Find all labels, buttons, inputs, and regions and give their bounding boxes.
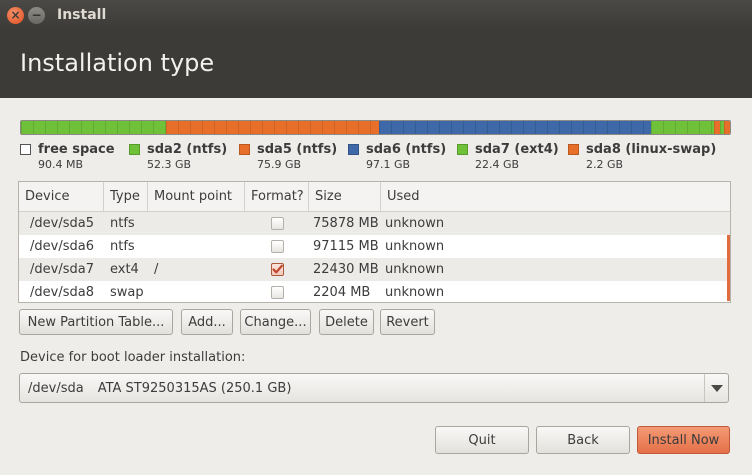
legend-item: sda5 (ntfs) 75.9 GB (239, 141, 348, 172)
column-header-format[interactable]: Format? (245, 182, 309, 211)
legend-item: sda6 (ntfs) 97.1 GB (348, 141, 457, 172)
legend-name: sda6 (ntfs) (366, 142, 447, 157)
table-header: Device Type Mount point Format? Size Use… (19, 182, 730, 212)
legend-text: sda5 (ntfs) 75.9 GB (257, 141, 337, 172)
table-row[interactable]: /dev/sda6 ntfs 97115 MB unknown (19, 235, 730, 258)
format-cell (245, 281, 309, 304)
legend-text: free space 90.4 MB (38, 141, 115, 172)
legend-size: 2.2 GB (586, 158, 624, 171)
format-cell (245, 235, 309, 258)
format-checkbox[interactable] (270, 240, 284, 253)
column-header-used[interactable]: Used (381, 182, 730, 211)
page-title: Installation type (20, 49, 215, 77)
partition-bar-segment (724, 121, 730, 134)
legend-item: sda8 (linux-swap) 2.2 GB (568, 141, 728, 172)
used-cell: unknown (385, 285, 445, 300)
used-cell: unknown (385, 262, 445, 277)
bootloader-label: Device for boot loader installation: (20, 350, 246, 365)
bootloader-disk: ATA ST9250315AS (250.1 GB) (97, 380, 292, 396)
column-header-type[interactable]: Type (104, 182, 148, 211)
column-header-mount-point[interactable]: Mount point (148, 182, 245, 211)
format-checkbox[interactable] (270, 217, 284, 230)
add-partition-button[interactable]: Add... (181, 309, 233, 335)
bootloader-device: /dev/sda (28, 380, 84, 396)
mount-point-cell (148, 281, 245, 304)
device-cell: /dev/sda8 (30, 285, 94, 300)
close-window-button[interactable]: × (7, 6, 24, 24)
table-row[interactable]: /dev/sda8 swap 2204 MB unknown (19, 281, 730, 304)
table-row[interactable]: /dev/sda7 ext4 / 22430 MB unknown (19, 258, 730, 281)
legend-size: 22.4 GB (475, 158, 520, 171)
partition-bar-segment (21, 121, 167, 134)
partition-bar-segment (166, 121, 379, 134)
install-now-button[interactable]: Install Now (637, 426, 730, 454)
title-bar: × − Install (0, 0, 752, 30)
mount-point-cell: / (154, 262, 159, 277)
partition-bar-segment (378, 121, 651, 134)
used-cell: unknown (385, 239, 445, 254)
partition-legend: free space 90.4 MB sda2 (ntfs) 52.3 GB sda5 … (20, 141, 728, 172)
size-cell: 22430 MB (313, 262, 379, 277)
legend-name: sda5 (ntfs) (257, 142, 338, 157)
bootloader-device-select[interactable]: /dev/sda ATA ST9250315AS (250.1 GB) (19, 373, 729, 403)
table-row[interactable]: /dev/sda5 ntfs 75878 MB unknown (19, 212, 730, 235)
legend-swatch (129, 144, 140, 155)
mount-point-cell (148, 235, 245, 258)
quit-button[interactable]: Quit (435, 426, 529, 454)
legend-name: sda7 (ext4) (475, 142, 559, 157)
table-scroll-indicator[interactable] (727, 235, 730, 301)
column-header-device[interactable]: Device (19, 182, 104, 211)
legend-swatch (348, 144, 359, 155)
column-header-size[interactable]: Size (309, 182, 381, 211)
device-cell: /dev/sda6 (30, 239, 94, 254)
format-checkbox[interactable] (270, 286, 284, 299)
dropdown-arrow-icon[interactable] (704, 374, 728, 402)
checkmark-icon (271, 264, 283, 274)
partition-bar (20, 120, 731, 135)
legend-size: 52.3 GB (147, 158, 192, 171)
size-cell: 75878 MB (313, 216, 379, 231)
legend-text: sda8 (linux-swap) 2.2 GB (586, 141, 716, 172)
legend-item: free space 90.4 MB (20, 141, 129, 172)
legend-size: 90.4 MB (38, 158, 84, 171)
legend-name: free space (38, 142, 115, 157)
device-cell: /dev/sda5 (30, 216, 94, 231)
back-button[interactable]: Back (536, 426, 630, 454)
revert-button[interactable]: Revert (380, 309, 435, 335)
page-header: Installation type (0, 30, 752, 98)
device-cell: /dev/sda7 (30, 262, 94, 277)
format-checkbox[interactable] (270, 263, 284, 276)
type-cell: ext4 (110, 262, 139, 277)
minimize-window-button[interactable]: − (28, 6, 45, 24)
format-cell (245, 258, 309, 281)
table-body: /dev/sda5 ntfs 75878 MB unknown/dev/sda6 ntf… (19, 212, 730, 304)
legend-swatch (239, 144, 250, 155)
type-cell: ntfs (110, 239, 135, 254)
legend-text: sda2 (ntfs) 52.3 GB (147, 141, 227, 172)
size-cell: 97115 MB (313, 239, 379, 254)
type-cell: swap (110, 285, 144, 300)
delete-partition-button[interactable]: Delete (319, 309, 374, 335)
legend-text: sda6 (ntfs) 97.1 GB (366, 141, 446, 172)
legend-size: 75.9 GB (257, 158, 302, 171)
format-cell (245, 212, 309, 235)
change-partition-button[interactable]: Change... (240, 309, 311, 335)
partition-bar-segment (650, 121, 714, 134)
legend-swatch (568, 144, 579, 155)
partition-table: Device Type Mount point Format? Size Use… (18, 181, 731, 303)
used-cell: unknown (385, 216, 445, 231)
legend-name: sda2 (ntfs) (147, 142, 228, 157)
legend-swatch (20, 144, 31, 155)
legend-swatch (457, 144, 468, 155)
type-cell: ntfs (110, 216, 135, 231)
mount-point-cell (148, 212, 245, 235)
new-partition-table-button[interactable]: New Partition Table... (19, 309, 173, 335)
legend-name: sda8 (linux-swap) (586, 142, 717, 157)
legend-item: sda2 (ntfs) 52.3 GB (129, 141, 239, 172)
legend-item: sda7 (ext4) 22.4 GB (457, 141, 568, 172)
window-title: Install (57, 7, 107, 23)
legend-size: 97.1 GB (366, 158, 411, 171)
size-cell: 2204 MB (313, 285, 371, 300)
legend-text: sda7 (ext4) 22.4 GB (475, 141, 559, 172)
